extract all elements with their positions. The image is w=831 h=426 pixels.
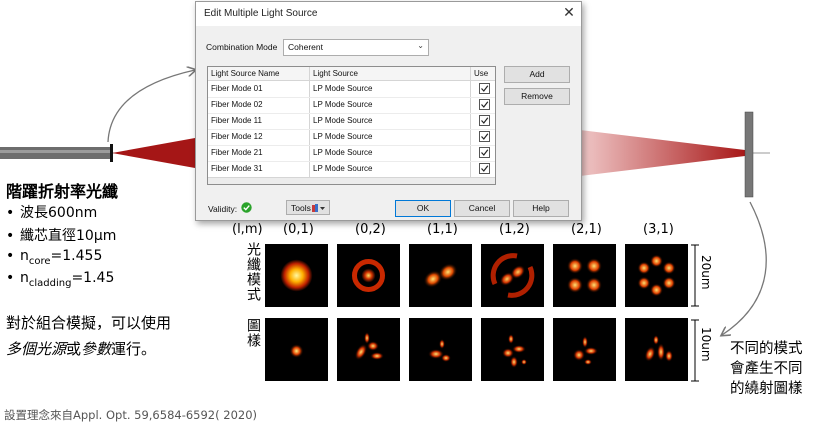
row-source: LP Mode Source	[313, 84, 373, 93]
mode-label: (0,2)	[355, 222, 386, 237]
beam-left	[112, 138, 195, 168]
combination-mode-value: Coherent	[288, 42, 323, 52]
row-name: Fiber Mode 12	[211, 132, 263, 141]
table-header: Light Source Name Light Source Use	[208, 67, 495, 81]
mode-profile-31	[625, 244, 688, 307]
bullet-n-core: • ncore=1.455	[6, 248, 103, 267]
mode-profile-21	[553, 244, 616, 307]
bullet-core-diameter: • 纖芯直徑10μm	[6, 228, 117, 244]
use-checkbox[interactable]	[479, 99, 490, 110]
table-row[interactable]: Fiber Mode 01 LP Mode Source	[208, 81, 495, 98]
row-label-fiber-modes: 光纖模式	[245, 242, 261, 302]
bullet-wavelength: • 波長600nm	[6, 205, 98, 221]
tools-label: Tools	[291, 203, 311, 213]
cancel-button[interactable]: Cancel	[454, 200, 510, 217]
horizontal-scrollbar[interactable]	[208, 177, 495, 184]
mode-profile-11	[409, 244, 472, 307]
dialog-title: Edit Multiple Light Source	[204, 8, 318, 19]
column-header-use: Use	[474, 69, 489, 78]
mode-label: (3,1)	[643, 222, 674, 237]
mode-profile-01	[265, 244, 328, 307]
table-row[interactable]: Fiber Mode 31 LP Mode Source	[208, 161, 495, 177]
mode-header-label: (l,m)	[232, 222, 263, 237]
column-header-source: Light Source	[313, 69, 358, 78]
arrow-fiber-to-dialog	[107, 70, 195, 143]
row-source: LP Mode Source	[313, 164, 373, 173]
arrow-screen-to-patterns	[722, 201, 767, 335]
diffraction-caption: 不同的模式 會產生不同 的繞射圖樣	[730, 341, 803, 397]
table-row[interactable]: Fiber Mode 02 LP Mode Source	[208, 97, 495, 114]
row-name: Fiber Mode 31	[211, 164, 263, 173]
pattern-11	[409, 318, 472, 381]
check-circle-icon	[241, 202, 252, 213]
ok-button[interactable]: OK	[395, 200, 451, 217]
beam-right	[580, 130, 745, 176]
row-source: LP Mode Source	[313, 148, 373, 157]
table-row[interactable]: Fiber Mode 12 LP Mode Source	[208, 129, 495, 146]
use-checkbox[interactable]	[479, 147, 490, 158]
tools-button[interactable]: Tools	[286, 200, 330, 215]
row-name: Fiber Mode 21	[211, 148, 263, 157]
use-checkbox[interactable]	[479, 131, 490, 142]
edit-multiple-light-source-dialog: Edit Multiple Light Source ✕ Combination…	[195, 1, 582, 221]
fiber-heading: 階躍折射率光纖	[6, 182, 119, 201]
mode-label: (1,1)	[427, 222, 458, 237]
use-checkbox[interactable]	[479, 163, 490, 174]
pattern-21	[553, 318, 616, 381]
help-button[interactable]: Help	[513, 200, 569, 217]
mode-profile-12	[481, 244, 544, 307]
chevron-down-icon: ⌄	[417, 41, 424, 50]
row-name: Fiber Mode 11	[211, 116, 262, 125]
tools-dropdown-icon	[312, 204, 325, 212]
scale-label-patterns: 10um	[699, 327, 713, 362]
row-name: Fiber Mode 02	[211, 100, 263, 109]
bullet-n-cladding: • ncladding=1.45	[6, 270, 115, 289]
table-row[interactable]: Fiber Mode 11 LP Mode Source	[208, 113, 495, 130]
dialog-titlebar: Edit Multiple Light Source ✕	[196, 2, 581, 26]
mode-label: (0,1)	[283, 222, 314, 237]
validity-label: Validity:	[208, 204, 238, 214]
row-source: LP Mode Source	[313, 100, 373, 109]
combination-mode-label: Combination Mode	[206, 42, 278, 52]
scale-label-modes: 20um	[699, 255, 713, 290]
simulation-note: 對於組合模擬，可以使用 多個光源或參數運行。	[6, 314, 172, 358]
pattern-02	[337, 318, 400, 381]
fiber-end	[110, 144, 113, 162]
combination-mode-select[interactable]: Coherent ⌄	[283, 39, 429, 56]
close-icon[interactable]: ✕	[560, 4, 578, 22]
use-checkbox[interactable]	[479, 83, 490, 94]
column-header-name: Light Source Name	[211, 69, 280, 78]
mode-label: (1,2)	[499, 222, 530, 237]
pattern-31	[625, 318, 688, 381]
add-button[interactable]: Add	[504, 66, 570, 83]
row-source: LP Mode Source	[313, 132, 373, 141]
mode-profile-02	[337, 244, 400, 307]
pattern-12	[481, 318, 544, 381]
reference-text: 設置理念來自Appl. Opt. 59,6584-6592( 2020)	[4, 408, 258, 422]
row-name: Fiber Mode 01	[211, 84, 263, 93]
row-label-patterns: 圖樣	[245, 318, 261, 348]
screen-detector	[744, 111, 754, 198]
light-source-table: Light Source Name Light Source Use Fiber…	[207, 66, 496, 185]
remove-button[interactable]: Remove	[504, 88, 570, 105]
table-row[interactable]: Fiber Mode 21 LP Mode Source	[208, 145, 495, 162]
use-checkbox[interactable]	[479, 115, 490, 126]
mode-label: (2,1)	[571, 222, 602, 237]
pattern-01	[265, 318, 328, 381]
row-source: LP Mode Source	[313, 116, 373, 125]
